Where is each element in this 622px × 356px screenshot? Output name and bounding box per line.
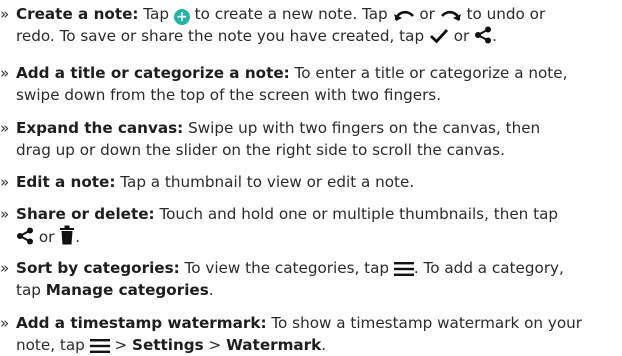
help-page: » Create a note: Tap + to create a new no… bbox=[0, 0, 622, 355]
item-text: to undo or bbox=[466, 5, 546, 23]
item-title: Create a note: bbox=[16, 5, 139, 23]
checkmark-icon bbox=[429, 29, 448, 44]
item-text-bold: Manage categories bbox=[45, 281, 209, 299]
item-text: or bbox=[38, 228, 55, 246]
share-icon bbox=[17, 227, 33, 245]
item-text: . bbox=[75, 228, 81, 246]
redo-arrow-icon bbox=[440, 10, 461, 21]
list-item-share-delete: » Share or delete: Touch and hold one or … bbox=[0, 203, 622, 247]
item-text: Touch and hold one or multiple thumbnail… bbox=[159, 205, 559, 223]
bullet: » bbox=[0, 119, 10, 137]
share-icon bbox=[475, 26, 492, 44]
item-text: > bbox=[208, 336, 222, 354]
item-text: . bbox=[492, 27, 497, 45]
list-item-timestamp-watermark: » Add a timestamp watermark: To show a ti… bbox=[0, 312, 622, 356]
item-title: Add a title or categorize a note: bbox=[16, 64, 290, 82]
item-text: . bbox=[321, 336, 327, 354]
item-text: To enter a title or categorize a note, bbox=[294, 64, 568, 82]
undo-arrow-icon bbox=[393, 10, 414, 21]
item-text: To view the categories, tap bbox=[184, 259, 390, 277]
item-text: or bbox=[453, 27, 470, 45]
bullet: » bbox=[0, 314, 10, 332]
menu-icon bbox=[393, 262, 414, 276]
bullet: » bbox=[0, 173, 10, 191]
item-title: Share or delete: bbox=[16, 205, 155, 223]
item-text: redo. To save or share the note you have… bbox=[16, 27, 425, 45]
bullet: » bbox=[0, 64, 10, 82]
item-text: . bbox=[208, 281, 214, 299]
menu-icon bbox=[89, 339, 110, 353]
item-text: note, tap bbox=[16, 336, 85, 354]
item-text-bold: Settings bbox=[132, 336, 204, 354]
list-item-add-title: » Add a title or categorize a note: To en… bbox=[0, 62, 622, 106]
item-text-bold: Watermark bbox=[226, 336, 322, 354]
bullet: » bbox=[0, 5, 10, 23]
item-text: drag up or down the slider on the right … bbox=[16, 141, 505, 159]
item-title: Add a timestamp watermark: bbox=[16, 314, 267, 332]
plus-circle-icon: + bbox=[173, 9, 190, 25]
list-item-expand-canvas: » Expand the canvas: Swipe up with two fi… bbox=[0, 117, 622, 161]
list-item-sort-categories: » Sort by categories: To view the categor… bbox=[0, 257, 622, 301]
item-text: Swipe up with two fingers on the canvas,… bbox=[188, 119, 541, 137]
item-text: Tap bbox=[143, 5, 169, 23]
list-item-edit-note: » Edit a note: Tap a thumbnail to view or… bbox=[0, 171, 622, 193]
trash-icon bbox=[60, 225, 75, 245]
bullet: » bbox=[0, 259, 10, 277]
item-text: to create a new note. Tap bbox=[194, 5, 388, 23]
item-text: swipe down from the top of the screen wi… bbox=[16, 86, 442, 104]
item-title: Sort by categories: bbox=[16, 259, 180, 277]
item-title: Expand the canvas: bbox=[16, 119, 184, 137]
item-title: Edit a note: bbox=[16, 173, 116, 191]
item-text: To show a timestamp watermark on your bbox=[271, 314, 582, 332]
item-text: or bbox=[419, 5, 435, 23]
list-item-create-note: » Create a note: Tap + to create a new no… bbox=[0, 3, 622, 47]
item-text: Tap a thumbnail to view or edit a note. bbox=[120, 173, 415, 191]
item-text: > bbox=[114, 336, 128, 354]
bullet: » bbox=[0, 205, 10, 223]
item-text: . To add a category, bbox=[413, 259, 564, 277]
item-text: tap bbox=[16, 281, 41, 299]
